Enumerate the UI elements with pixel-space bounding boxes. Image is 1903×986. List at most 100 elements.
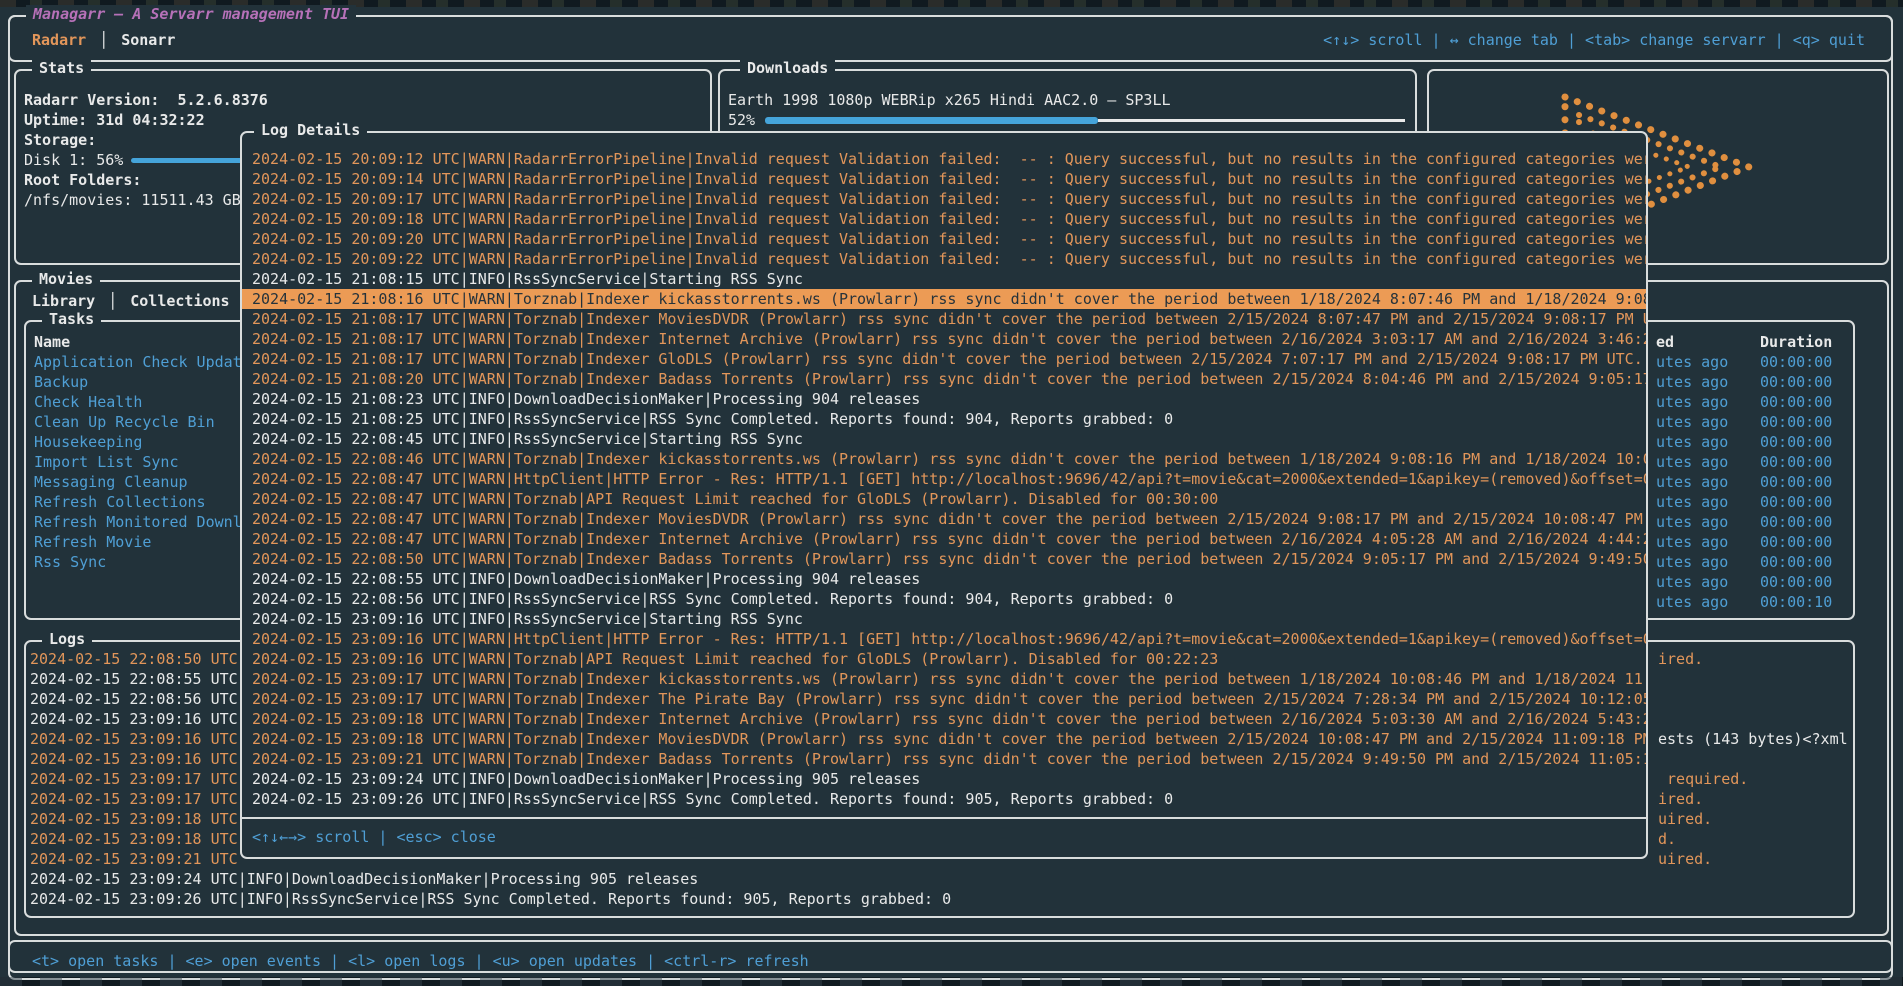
tasks-executed-header: ed <box>1656 332 1674 352</box>
log-detail-row[interactable]: 2024-02-15 21:08:17 UTC|WARN|Torznab|Ind… <box>242 349 1646 369</box>
log-detail-row[interactable]: 2024-02-15 23:09:18 UTC|WARN|Torznab|Ind… <box>242 729 1646 749</box>
task-exec-row[interactable]: utes ago00:00:00 <box>1656 512 1852 532</box>
log-detail-row[interactable]: 2024-02-15 20:09:20 UTC|WARN|RadarrError… <box>242 229 1646 249</box>
log-details-modal: Log Details 2024-02-15 20:09:12 UTC|WARN… <box>240 131 1648 859</box>
log-detail-row[interactable]: 2024-02-15 22:08:45 UTC|INFO|RssSyncServ… <box>242 429 1646 449</box>
header-shortcuts: <↑↓> scroll | ↔ change tab | <tab> chang… <box>1323 30 1865 50</box>
log-detail-row[interactable]: 2024-02-15 23:09:26 UTC|INFO|RssSyncServ… <box>242 789 1646 809</box>
header-panel: Managarr — A Servarr management TUI Rada… <box>8 15 1893 62</box>
log-detail-row[interactable]: 2024-02-15 20:09:18 UTC|WARN|RadarrError… <box>242 209 1646 229</box>
tab-library[interactable]: Library <box>32 291 95 311</box>
log-detail-row[interactable]: 2024-02-15 22:08:47 UTC|WARN|HttpClient|… <box>242 469 1646 489</box>
download-progress-fill <box>765 117 1098 124</box>
tasks-name-list: Application Check UpdatBackupCheck Healt… <box>34 352 240 572</box>
task-row[interactable]: Backup <box>34 372 240 392</box>
version-value: 5.2.6.8376 <box>178 91 268 109</box>
task-exec-row[interactable]: utes ago00:00:00 <box>1656 572 1852 592</box>
task-row[interactable]: Check Health <box>34 392 240 412</box>
movies-title: Movies <box>32 270 100 288</box>
tasks-name-header: Name <box>34 332 240 352</box>
task-exec-row[interactable]: utes ago00:00:00 <box>1656 392 1852 412</box>
log-detail-row[interactable]: 2024-02-15 21:08:16 UTC|WARN|Torznab|Ind… <box>242 289 1646 309</box>
log-detail-row[interactable]: 2024-02-15 21:08:17 UTC|WARN|Torznab|Ind… <box>242 309 1646 329</box>
log-detail-row[interactable]: 2024-02-15 20:09:12 UTC|WARN|RadarrError… <box>242 149 1646 169</box>
disk-usage-label: Disk 1: 56% <box>24 151 123 169</box>
log-detail-row[interactable]: 2024-02-15 23:09:24 UTC|INFO|DownloadDec… <box>242 769 1646 789</box>
log-detail-row[interactable]: 2024-02-15 20:09:14 UTC|WARN|RadarrError… <box>242 169 1646 189</box>
storage-label: Storage: <box>24 131 96 149</box>
log-detail-row[interactable]: 2024-02-15 21:08:23 UTC|INFO|DownloadDec… <box>242 389 1646 409</box>
task-exec-row[interactable]: utes ago00:00:00 <box>1656 552 1852 572</box>
log-detail-row[interactable]: 2024-02-15 21:08:20 UTC|WARN|Torznab|Ind… <box>242 369 1646 389</box>
log-detail-row[interactable]: 2024-02-15 23:09:16 UTC|WARN|HttpClient|… <box>242 629 1646 649</box>
task-row[interactable]: Messaging Cleanup <box>34 472 240 492</box>
tab-collections[interactable]: Collections <box>130 291 229 311</box>
log-row-tail: d. <box>1658 829 1676 849</box>
log-detail-row[interactable]: 2024-02-15 20:09:22 UTC|WARN|RadarrError… <box>242 249 1646 269</box>
tasks-title: Tasks <box>42 310 101 328</box>
disk-usage-gauge <box>131 158 249 163</box>
task-exec-row[interactable]: utes ago00:00:00 <box>1656 432 1852 452</box>
log-row-tail: ests (143 bytes)<?xml ver <box>1658 729 1851 749</box>
log-detail-row[interactable]: 2024-02-15 21:08:17 UTC|WARN|Torznab|Ind… <box>242 329 1646 349</box>
download-item-name[interactable]: Earth 1998 1080p WEBRip x265 Hindi AAC2.… <box>728 90 1405 110</box>
task-row[interactable]: Housekeeping <box>34 432 240 452</box>
task-row[interactable]: Refresh Collections <box>34 492 240 512</box>
log-row[interactable]: 2024-02-15 23:09:24 UTC|INFO|DownloadDec… <box>30 869 1851 889</box>
log-detail-row[interactable]: 2024-02-15 22:08:47 UTC|WARN|Torznab|Ind… <box>242 529 1646 549</box>
terminal-screen: Managarr — A Servarr management TUI Rada… <box>0 7 1903 977</box>
task-row[interactable]: Clean Up Recycle Bin <box>34 412 240 432</box>
download-progress: 52% <box>728 110 1405 130</box>
task-exec-row[interactable]: utes ago00:00:00 <box>1656 492 1852 512</box>
downloads-title: Downloads <box>740 59 835 77</box>
uptime-value: 31d 04:32:22 <box>96 111 204 129</box>
log-row-tail: ired. <box>1658 789 1703 809</box>
log-detail-row[interactable]: 2024-02-15 22:08:47 UTC|WARN|Torznab|Ind… <box>242 509 1646 529</box>
task-exec-row[interactable]: utes ago00:00:00 <box>1656 452 1852 472</box>
log-detail-row[interactable]: 2024-02-15 22:08:55 UTC|INFO|DownloadDec… <box>242 569 1646 589</box>
tab-radarr[interactable]: Radarr <box>32 30 86 50</box>
bottom-shortcuts: <t> open tasks | <e> open events | <l> o… <box>32 950 809 972</box>
log-detail-row[interactable]: 2024-02-15 22:08:56 UTC|INFO|RssSyncServ… <box>242 589 1646 609</box>
uptime-label: Uptime: <box>24 111 87 129</box>
task-row[interactable]: Rss Sync <box>34 552 240 572</box>
task-exec-row[interactable]: utes ago00:00:00 <box>1656 532 1852 552</box>
download-progress-label: 52% <box>728 111 755 129</box>
log-detail-row[interactable]: 2024-02-15 21:08:15 UTC|INFO|RssSyncServ… <box>242 269 1646 289</box>
root-folder-value: /nfs/movies: 11511.43 GB <box>24 191 241 209</box>
log-detail-row[interactable]: 2024-02-15 21:08:25 UTC|INFO|RssSyncServ… <box>242 409 1646 429</box>
task-exec-row[interactable]: utes ago00:00:00 <box>1656 472 1852 492</box>
log-detail-row[interactable]: 2024-02-15 23:09:17 UTC|WARN|Torznab|Ind… <box>242 689 1646 709</box>
log-detail-row[interactable]: 2024-02-15 23:09:17 UTC|WARN|Torznab|Ind… <box>242 669 1646 689</box>
task-exec-row[interactable]: utes ago00:00:00 <box>1656 352 1852 372</box>
task-row[interactable]: Application Check Updat <box>34 352 240 372</box>
task-exec-row[interactable]: utes ago00:00:00 <box>1656 372 1852 392</box>
log-detail-row[interactable]: 2024-02-15 23:09:21 UTC|WARN|Torznab|Ind… <box>242 749 1646 769</box>
task-row[interactable]: Import List Sync <box>34 452 240 472</box>
tasks-exec-duration-list: utes ago00:00:00utes ago00:00:00utes ago… <box>1656 352 1852 612</box>
log-details-help: <↑↓←→> scroll | <esc> close <box>242 817 1646 857</box>
log-detail-row[interactable]: 2024-02-15 20:09:17 UTC|WARN|RadarrError… <box>242 189 1646 209</box>
movies-tabs: Library │ Collections │ <box>32 291 252 311</box>
task-row[interactable]: Refresh Movie <box>34 532 240 552</box>
log-detail-row[interactable]: 2024-02-15 23:09:16 UTC|WARN|Torznab|API… <box>242 649 1646 669</box>
version-label: Radarr Version: <box>24 91 159 109</box>
logs-title: Logs <box>42 630 92 648</box>
task-exec-row[interactable]: utes ago00:00:00 <box>1656 412 1852 432</box>
log-row[interactable]: 2024-02-15 23:09:26 UTC|INFO|RssSyncServ… <box>30 889 1851 909</box>
tab-sonarr[interactable]: Sonarr <box>121 30 175 50</box>
log-detail-row[interactable]: 2024-02-15 22:08:47 UTC|WARN|Torznab|API… <box>242 489 1646 509</box>
log-row-tail: uired. <box>1658 809 1712 829</box>
log-detail-row[interactable]: 2024-02-15 23:09:18 UTC|WARN|Torznab|Ind… <box>242 709 1646 729</box>
stats-title: Stats <box>32 59 91 77</box>
log-detail-row[interactable]: 2024-02-15 22:08:50 UTC|WARN|Torznab|Ind… <box>242 549 1646 569</box>
bottom-bar: <t> open tasks | <e> open events | <l> o… <box>8 940 1893 980</box>
tab-separator: │ <box>99 30 108 50</box>
task-row[interactable]: Refresh Monitored Downl <box>34 512 240 532</box>
managarr-tui: { "app": { "title": "Managarr — A Servar… <box>0 0 1903 986</box>
task-exec-row[interactable]: utes ago00:00:10 <box>1656 592 1852 612</box>
log-detail-row[interactable]: 2024-02-15 22:08:46 UTC|WARN|Torznab|Ind… <box>242 449 1646 469</box>
download-progress-rest <box>1098 119 1405 122</box>
log-details-list: 2024-02-15 20:09:12 UTC|WARN|RadarrError… <box>242 149 1646 809</box>
log-detail-row[interactable]: 2024-02-15 23:09:16 UTC|INFO|RssSyncServ… <box>242 609 1646 629</box>
